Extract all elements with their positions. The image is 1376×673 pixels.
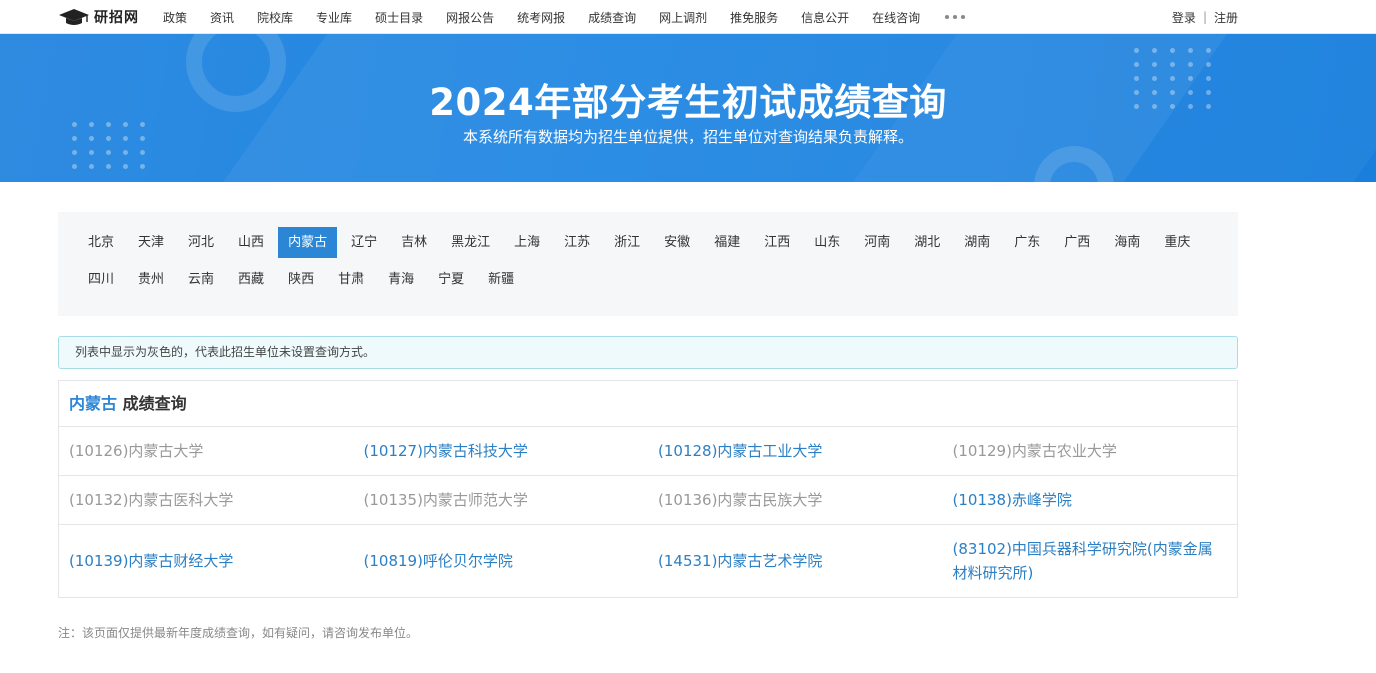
dot-decoration (140, 150, 145, 155)
dot-decoration (1134, 62, 1139, 67)
province-tab[interactable]: 福建 (704, 227, 750, 258)
auth-links: 登录 | 注册 (1172, 9, 1238, 26)
nav-item[interactable]: 专业库 (316, 9, 352, 26)
institution-link[interactable]: (10819)呼伦贝尔学院 (354, 549, 649, 573)
table-row: (10132)内蒙古医科大学 (10135)内蒙古师范大学 (10136)内蒙古民族… (59, 476, 1237, 525)
province-tab[interactable]: 山东 (804, 227, 850, 258)
province-tab[interactable]: 浙江 (604, 227, 650, 258)
notice-banner: 列表中显示为灰色的，代表此招生单位未设置查询方式。 (58, 336, 1238, 369)
results-heading: 内蒙古 成绩查询 (59, 381, 1237, 427)
province-tab[interactable]: 宁夏 (428, 264, 474, 295)
dot-decoration (89, 164, 94, 169)
institution-name-disabled: (10129)内蒙古农业大学 (952, 442, 1117, 460)
nav-item[interactable]: 统考网报 (517, 9, 565, 26)
nav-item[interactable]: 成绩查询 (588, 9, 636, 26)
institution-link[interactable]: (10128)内蒙古工业大学 (648, 439, 943, 463)
institution-link[interactable]: (10139)内蒙古财经大学 (59, 549, 354, 573)
dot-decoration (1152, 48, 1157, 53)
dot-decoration (1206, 62, 1211, 67)
top-navigation-bar: 研招网 政策 资讯 院校库 专业库 硕士目录 网报公告 统考网报 成绩查询 网上调剂 推免服务 信息… (0, 0, 1376, 34)
table-row: (10126)内蒙古大学 (10127)内蒙古科技大学 (10128)内蒙古工业大学… (59, 427, 1237, 476)
dot-decoration (72, 164, 77, 169)
province-tab[interactable]: 北京 (78, 227, 124, 258)
dot-decoration (123, 164, 128, 169)
province-tab[interactable]: 安徽 (654, 227, 700, 258)
institution-link[interactable]: (10127)内蒙古科技大学 (354, 439, 649, 463)
province-tab[interactable]: 江西 (754, 227, 800, 258)
nav-item[interactable]: 政策 (163, 9, 187, 26)
institution-name-disabled: (10126)内蒙古大学 (69, 442, 204, 460)
login-link[interactable]: 登录 (1172, 9, 1196, 26)
page-title: 2024年部分考生初试成绩查询 (429, 81, 947, 124)
province-tab[interactable]: 海南 (1104, 227, 1150, 258)
table-row: (10139)内蒙古财经大学 (10819)呼伦贝尔学院 (14531)内蒙古艺术学… (59, 525, 1237, 597)
province-tab[interactable]: 吉林 (391, 227, 437, 258)
more-menu-icon[interactable] (945, 15, 966, 19)
province-tab[interactable]: 广东 (1004, 227, 1050, 258)
page-subtitle: 本系统所有数据均为招生单位提供，招生单位对查询结果负责解释。 (462, 128, 913, 146)
institution-name-disabled: (10132)内蒙古医科大学 (69, 491, 234, 509)
institution-link[interactable]: (83102)中国兵器科学研究院(内蒙金属材料研究所) (943, 537, 1238, 585)
nav-item[interactable]: 信息公开 (801, 9, 849, 26)
dot-decoration (1188, 62, 1193, 67)
province-tab[interactable]: 内蒙古 (278, 227, 338, 258)
province-tab[interactable]: 辽宁 (341, 227, 387, 258)
nav-item[interactable]: 推免服务 (730, 9, 778, 26)
province-tab[interactable]: 上海 (504, 227, 550, 258)
nav-item[interactable]: 院校库 (257, 9, 293, 26)
province-tab[interactable]: 西藏 (228, 264, 274, 295)
province-selector: 北京 天津 河北 山西 内蒙古 辽宁 吉林 黑龙江 上海 江苏 浙江 安徽 福建 江西 山东 河南 湖北 湖南 广东… (58, 212, 1238, 316)
dot-decoration (123, 150, 128, 155)
province-tab[interactable]: 黑龙江 (441, 227, 500, 258)
dot-decoration (1170, 48, 1175, 53)
province-tab[interactable]: 山西 (228, 227, 274, 258)
province-tab[interactable]: 青海 (378, 264, 424, 295)
nav-item[interactable]: 资讯 (210, 9, 234, 26)
auth-separator: | (1202, 10, 1207, 24)
dot-decoration (1206, 48, 1211, 53)
province-tab[interactable]: 天津 (128, 227, 174, 258)
dot-decoration (1170, 62, 1175, 67)
province-tab[interactable]: 四川 (78, 264, 124, 295)
nav-item[interactable]: 网上调剂 (659, 9, 707, 26)
dot-decoration (1152, 62, 1157, 67)
site-logo[interactable]: 研招网 (58, 7, 139, 27)
dot-decoration (1188, 48, 1193, 53)
province-tab[interactable]: 陕西 (278, 264, 324, 295)
results-province-name: 内蒙古 (69, 394, 118, 413)
institution-name-disabled: (10136)内蒙古民族大学 (658, 491, 823, 509)
dot-decoration (72, 150, 77, 155)
hero-banner: 2024年部分考生初试成绩查询 本系统所有数据均为招生单位提供，招生单位对查询结… (0, 34, 1376, 182)
logo-text: 研招网 (94, 10, 139, 26)
province-tab[interactable]: 新疆 (478, 264, 524, 295)
institution-link[interactable]: (14531)内蒙古艺术学院 (648, 549, 943, 573)
province-tab[interactable]: 江苏 (554, 227, 600, 258)
main-nav: 政策 资讯 院校库 专业库 硕士目录 网报公告 统考网报 成绩查询 网上调剂 推免服务 信息公开 在线… (163, 9, 943, 26)
footnote: 注：该页面仅提供最新年度成绩查询，如有疑问，请咨询发布单位。 (58, 626, 419, 640)
nav-item[interactable]: 在线咨询 (872, 9, 920, 26)
dot-decoration (106, 150, 111, 155)
results-heading-suffix: 成绩查询 (117, 394, 187, 413)
province-tab[interactable]: 云南 (178, 264, 224, 295)
dot-decoration (89, 150, 94, 155)
dot-decoration (1134, 48, 1139, 53)
dot-decoration (140, 164, 145, 169)
province-tab[interactable]: 甘肃 (328, 264, 374, 295)
nav-item[interactable]: 网报公告 (446, 9, 494, 26)
institution-name-disabled: (10135)内蒙古师范大学 (363, 491, 528, 509)
dot-decoration (106, 164, 111, 169)
province-tab[interactable]: 广西 (1054, 227, 1100, 258)
province-tab[interactable]: 贵州 (128, 264, 174, 295)
province-tab[interactable]: 河北 (178, 227, 224, 258)
results-table: 内蒙古 成绩查询 (10126)内蒙古大学 (10127)内蒙古科技大学 (1012… (58, 380, 1238, 598)
graduation-cap-icon (59, 9, 89, 25)
institution-link[interactable]: (10138)赤峰学院 (943, 488, 1238, 512)
nav-item[interactable]: 硕士目录 (375, 9, 423, 26)
province-tab[interactable]: 湖北 (904, 227, 950, 258)
province-tab[interactable]: 重庆 (1154, 227, 1200, 258)
province-tab[interactable]: 河南 (854, 227, 900, 258)
register-link[interactable]: 注册 (1214, 9, 1238, 26)
province-tab[interactable]: 湖南 (954, 227, 1000, 258)
